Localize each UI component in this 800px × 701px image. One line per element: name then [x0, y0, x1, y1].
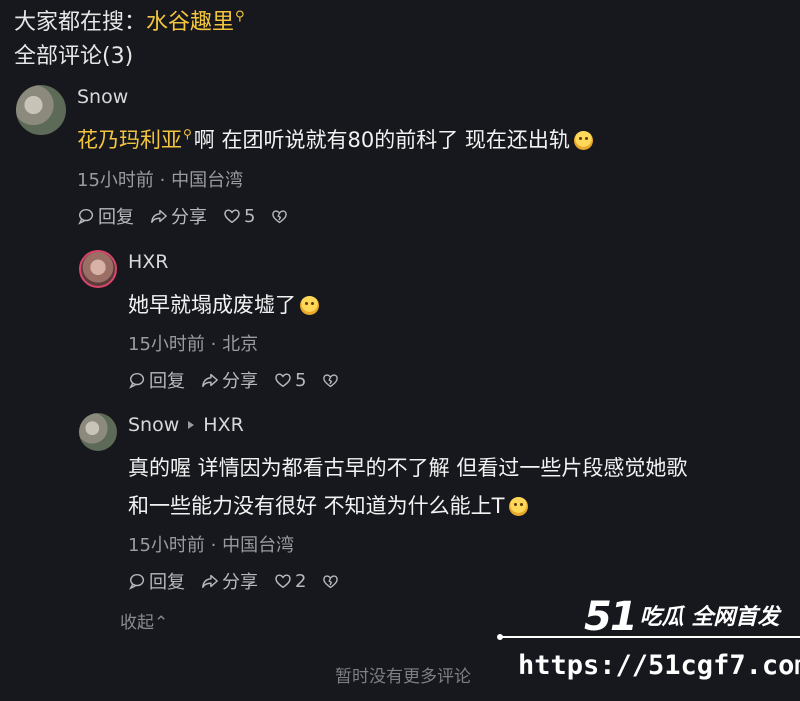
comment-username[interactable]: Snow — [128, 414, 179, 436]
like-count: 2 — [295, 570, 307, 592]
hot-search-keyword[interactable]: 水谷趣里 — [146, 10, 234, 35]
avatar[interactable] — [16, 85, 66, 135]
no-more-label: 暂时没有更多评论 — [335, 667, 471, 687]
avatar[interactable] — [79, 250, 117, 288]
hot-search-prefix: 大家都在搜： — [14, 10, 147, 35]
comment-actions: 回复 分享 2 — [128, 568, 358, 594]
reply-label: 回复 — [149, 572, 185, 593]
collapse-label: 收起 — [120, 613, 154, 633]
comment-body: 她早就塌成废墟了 — [128, 293, 296, 317]
comment-actions: 回复 分享 5 — [77, 203, 307, 229]
comment-meta: 15小时前 · 北京 — [128, 334, 259, 355]
share-button[interactable]: 分享 — [150, 203, 207, 229]
comment-body: 和一些能力没有很好 不知道为什么能上T — [128, 494, 505, 518]
share-button[interactable]: 分享 — [201, 568, 258, 594]
like-button[interactable]: 2 — [274, 571, 306, 592]
broken-heart-icon — [323, 574, 339, 588]
watermark-url: https://51cgf7.com — [518, 650, 800, 681]
comment-actions: 回复 分享 5 — [128, 367, 358, 393]
broken-heart-icon — [272, 209, 288, 223]
comment-text: 和一些能力没有很好 不知道为什么能上T — [128, 490, 528, 520]
broken-heart-icon — [323, 373, 339, 387]
share-icon — [202, 373, 218, 388]
search-icon: ⚲ — [235, 9, 245, 24]
reply-icon — [78, 208, 94, 225]
comment-meta: 15小时前 · 中国台湾 — [77, 170, 244, 191]
dislike-button[interactable] — [271, 208, 291, 225]
share-label: 分享 — [222, 572, 258, 593]
share-icon — [151, 209, 167, 224]
watermark-text: 吃瓜 全网首发 — [639, 605, 780, 630]
collapse-replies-button[interactable]: 收起⌃ — [120, 608, 168, 633]
chevron-up-icon: ⌃ — [154, 613, 169, 633]
reply-label: 回复 — [98, 207, 134, 228]
like-button[interactable]: 5 — [223, 206, 255, 227]
emoji-icon — [300, 296, 319, 315]
comment-body: 啊 在团听说就有80的前科了 现在还出轨 — [193, 128, 570, 152]
share-icon — [202, 574, 218, 589]
comment-count: 全部评论(3) — [14, 44, 134, 69]
emoji-icon — [573, 131, 593, 150]
reply-icon — [129, 372, 145, 389]
share-label: 分享 — [222, 371, 258, 392]
like-count: 5 — [295, 369, 307, 391]
reply-button[interactable]: 回复 — [128, 568, 185, 594]
search-icon: ⚲ — [183, 127, 192, 141]
reply-arrow-icon — [188, 420, 195, 429]
comment-text: 花乃玛利亚⚲啊 在团听说就有80的前科了 现在还出轨 — [77, 124, 593, 154]
comment-keyword-link[interactable]: 花乃玛利亚 — [77, 128, 182, 152]
watermark-number: 51 — [584, 594, 638, 640]
comment-username[interactable]: Snow — [77, 86, 128, 108]
heart-icon — [275, 373, 291, 388]
avatar[interactable] — [79, 413, 117, 451]
dislike-button[interactable] — [322, 573, 342, 590]
watermark-dot — [497, 634, 503, 640]
reply-to-username[interactable]: HXR — [203, 414, 244, 436]
reply-label: 回复 — [149, 371, 185, 392]
comment-body: 真的喔 详情因为都看古早的不了解 但看过一些片段感觉她歌 — [128, 456, 688, 480]
heart-icon — [224, 209, 240, 224]
share-label: 分享 — [171, 207, 207, 228]
comment-text: 她早就塌成废墟了 — [128, 289, 319, 319]
reply-button[interactable]: 回复 — [77, 203, 134, 229]
like-button[interactable]: 5 — [274, 370, 306, 391]
reply-icon — [129, 573, 145, 590]
watermark-brand: 51 吃瓜 全网首发 — [584, 594, 779, 640]
share-button[interactable]: 分享 — [201, 367, 258, 393]
heart-icon — [275, 574, 291, 589]
comment-username[interactable]: HXR — [128, 251, 169, 273]
reply-button[interactable]: 回复 — [128, 367, 185, 393]
comment-meta: 15小时前 · 中国台湾 — [128, 535, 295, 556]
hot-search-bar[interactable]: 大家都在搜：水谷趣里⚲ — [14, 4, 245, 36]
dislike-button[interactable] — [322, 372, 342, 389]
emoji-icon — [508, 497, 528, 516]
comment-username-row: Snow HXR — [128, 414, 244, 436]
like-count: 5 — [244, 205, 256, 227]
